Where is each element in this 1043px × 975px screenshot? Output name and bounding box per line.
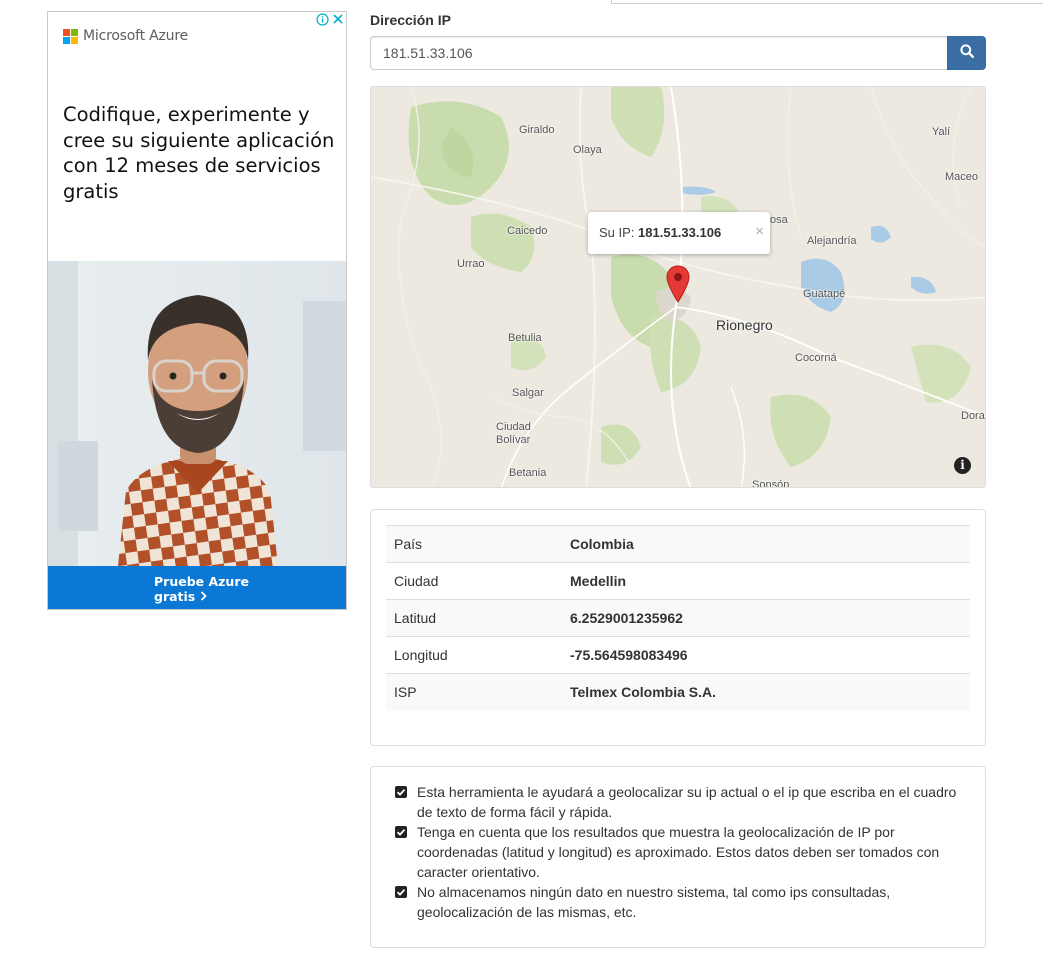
row-value: -75.564598083496: [562, 636, 970, 674]
row-label: País: [386, 525, 562, 563]
row-value: Telmex Colombia S.A.: [562, 673, 970, 711]
map-place-label: Alejandría: [807, 235, 857, 247]
ip-info-table: País Colombia Ciudad Medellin Latitud 6.…: [386, 525, 970, 711]
ad-cta-line2: gratis: [154, 589, 196, 604]
table-row: Ciudad Medellin: [386, 562, 970, 600]
map-place-label: Giraldo: [519, 124, 555, 136]
popup-prefix: Su IP:: [599, 225, 635, 240]
notes-panel: Esta herramienta le ayudará a geolocaliz…: [370, 766, 986, 948]
location-pin-icon[interactable]: [666, 265, 690, 308]
map-place-label: Betulia: [508, 332, 542, 344]
table-row: Longitud -75.564598083496: [386, 636, 970, 674]
row-label: Longitud: [386, 636, 562, 674]
table-row: País Colombia: [386, 525, 970, 563]
map-place-label: Dora: [961, 410, 985, 422]
map-info-icon[interactable]: i: [954, 457, 971, 474]
search-button[interactable]: [947, 36, 986, 70]
page: Microsoft Azure Codifique, experimente y…: [0, 0, 1043, 975]
ad-controls: [316, 13, 344, 29]
map-place-label: Rionegro: [716, 317, 773, 333]
ip-search: [370, 36, 986, 70]
advertisement[interactable]: Microsoft Azure Codifique, experimente y…: [47, 11, 347, 610]
map-place-label: Maceo: [945, 171, 979, 183]
map-place-label: Cocorná: [795, 352, 837, 364]
map-place-label: Salgar: [512, 387, 544, 399]
note-text: Tenga en cuenta que los resultados que m…: [417, 824, 940, 880]
ad-header: Microsoft Azure Codifique, experimente y…: [48, 12, 346, 262]
popup-ip: 181.51.33.106: [638, 225, 722, 240]
note-text: Esta herramienta le ayudará a geolocaliz…: [417, 784, 957, 820]
ip-input[interactable]: [370, 36, 948, 70]
check-square-icon: [395, 826, 407, 838]
header-edge: [611, 0, 1043, 4]
map-place-label: Olaya: [573, 144, 602, 156]
row-label: Ciudad: [386, 562, 562, 600]
check-square-icon: [395, 886, 407, 898]
map-place-label: Guatapé: [803, 288, 846, 300]
ad-info-icon[interactable]: [316, 13, 329, 29]
ad-photo[interactable]: [48, 261, 346, 566]
table-row: ISP Telmex Colombia S.A.: [386, 673, 970, 711]
map-place-label: Sonsón: [752, 479, 790, 488]
map-place-label: Ciudad Bolívar: [496, 421, 531, 446]
map-place-label: Betania: [509, 467, 547, 479]
map-place-label: Yalí: [932, 126, 951, 138]
microsoft-logo: Microsoft Azure: [63, 28, 188, 44]
note-item: Esta herramienta le ayudará a geolocaliz…: [395, 782, 965, 822]
row-label: ISP: [386, 673, 562, 711]
ad-cta-line1: Pruebe Azure: [154, 574, 249, 589]
ip-popup: Su IP: 181.51.33.106 ×: [588, 212, 770, 254]
check-square-icon: [395, 786, 407, 798]
map-place-label: osa: [770, 214, 788, 226]
note-item: Tenga en cuenta que los resultados que m…: [395, 822, 965, 882]
ad-headline[interactable]: Codifique, experimente y cree su siguien…: [63, 102, 335, 204]
ad-cta-button[interactable]: Pruebe Azure gratis: [48, 566, 346, 609]
ad-close-icon[interactable]: [332, 13, 344, 29]
note-item: No almacenamos ningún dato en nuestro si…: [395, 882, 965, 922]
row-label: Latitud: [386, 599, 562, 637]
note-text: No almacenamos ningún dato en nuestro si…: [417, 884, 891, 920]
table-row: Latitud 6.2529001235962: [386, 599, 970, 637]
ip-label: Dirección IP: [370, 12, 451, 28]
windows-logo-icon: [63, 28, 78, 44]
row-value: Colombia: [562, 525, 970, 563]
ip-info-panel: País Colombia Ciudad Medellin Latitud 6.…: [370, 509, 986, 746]
row-value: 6.2529001235962: [562, 599, 970, 637]
popup-close-icon[interactable]: ×: [755, 224, 764, 239]
map-place-label: Caicedo: [507, 225, 548, 237]
row-value: Medellin: [562, 562, 970, 600]
chevron-right-icon: [200, 589, 207, 604]
search-icon: [959, 43, 974, 63]
ad-brand: Microsoft Azure: [83, 28, 189, 44]
map[interactable]: Giraldo Olaya Yalí Maceo Caicedo Urrao A…: [370, 86, 986, 488]
map-place-label: Urrao: [457, 258, 485, 270]
ad-cta-text: Pruebe Azure gratis: [154, 574, 249, 604]
